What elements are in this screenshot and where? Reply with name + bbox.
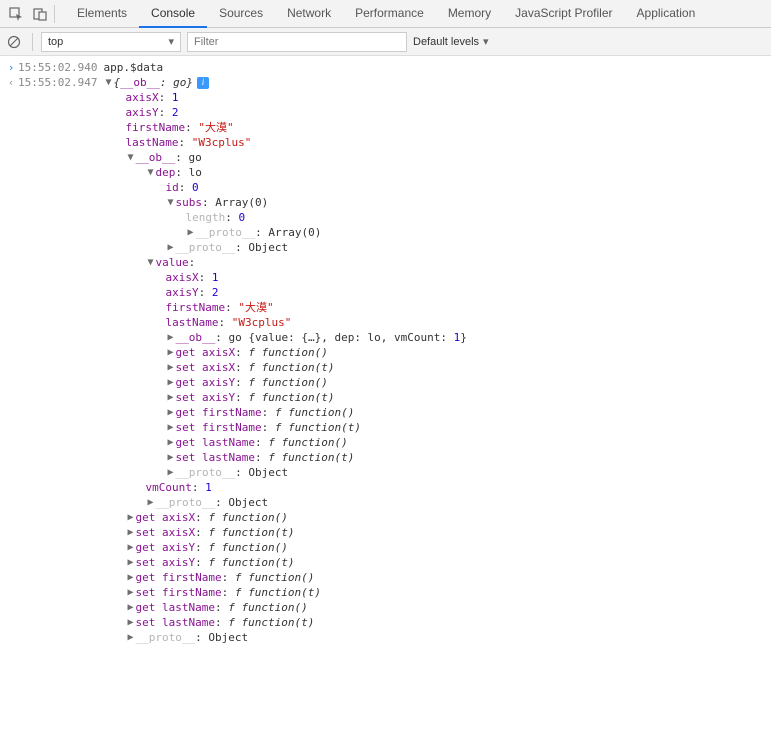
tree-node[interactable]: ▶get axisX: f function(): [125, 510, 466, 525]
disclosure-triangle-icon[interactable]: ▶: [165, 450, 175, 465]
tree-node[interactable]: ▶get axisY: f function(): [125, 540, 466, 555]
output-chevron-icon: ‹: [4, 75, 18, 90]
tree-node[interactable]: firstName: "大漠": [125, 120, 466, 135]
tree-node[interactable]: axisY: 2: [165, 285, 466, 300]
tree-node[interactable]: ▼dep: lo: [145, 165, 466, 180]
tab-network[interactable]: Network: [275, 0, 343, 28]
chevron-down-icon: ▾: [483, 35, 489, 48]
divider: [54, 5, 55, 23]
console-filter-bar: top ▾ Default levels ▾: [0, 28, 771, 56]
context-value: top: [48, 36, 63, 48]
tree-node[interactable]: ▶get lastName: f function(): [165, 435, 466, 450]
tree-node[interactable]: ▶set axisX: f function(t): [165, 360, 466, 375]
tab-bar: Elements Console Sources Network Perform…: [65, 0, 707, 28]
tree-node[interactable]: ▶get axisY: f function(): [165, 375, 466, 390]
disclosure-triangle-icon[interactable]: ▶: [125, 630, 135, 645]
timestamp: 15:55:02.947: [18, 75, 97, 90]
tree-node[interactable]: ▶__proto__: Object: [145, 495, 466, 510]
levels-label: Default levels: [413, 36, 479, 48]
console-output-row: ‹ 15:55:02.947 ▼{__ob__: go}i axisX: 1 a…: [0, 75, 771, 645]
input-chevron-icon: ›: [4, 60, 18, 75]
tree-node[interactable]: ▶get lastName: f function(): [125, 600, 466, 615]
console-input-row: › 15:55:02.940 app.$data: [0, 60, 771, 75]
disclosure-triangle-icon[interactable]: ▶: [165, 420, 175, 435]
tree-node[interactable]: ▶get axisX: f function(): [165, 345, 466, 360]
tree-node[interactable]: id: 0: [165, 180, 466, 195]
disclosure-triangle-icon[interactable]: ▼: [145, 255, 155, 270]
tree-node[interactable]: ▼{__ob__: go} i: [103, 75, 466, 90]
tree-node[interactable]: length: 0: [185, 210, 466, 225]
tree-node[interactable]: ▶set axisY: f function(t): [125, 555, 466, 570]
disclosure-triangle-icon[interactable]: ▼: [145, 165, 155, 180]
tree-node[interactable]: firstName: "大漠": [165, 300, 466, 315]
tree-node[interactable]: ▶__proto__: Array(0): [185, 225, 466, 240]
disclosure-triangle-icon[interactable]: ▶: [125, 615, 135, 630]
tab-jsprofiler[interactable]: JavaScript Profiler: [503, 0, 624, 28]
tab-elements[interactable]: Elements: [65, 0, 139, 28]
disclosure-triangle-icon[interactable]: ▼: [165, 195, 175, 210]
disclosure-triangle-icon[interactable]: ▶: [145, 495, 155, 510]
disclosure-triangle-icon[interactable]: ▶: [165, 375, 175, 390]
tree-node[interactable]: axisX: 1: [125, 90, 466, 105]
tab-application[interactable]: Application: [625, 0, 708, 28]
info-icon[interactable]: i: [197, 77, 209, 89]
disclosure-triangle-icon[interactable]: ▶: [125, 600, 135, 615]
tree-node[interactable]: ▶set firstName: f function(t): [165, 420, 466, 435]
tree-node[interactable]: ▶set axisY: f function(t): [165, 390, 466, 405]
disclosure-triangle-icon[interactable]: ▶: [165, 390, 175, 405]
disclosure-triangle-icon[interactable]: ▶: [165, 465, 175, 480]
console-output: › 15:55:02.940 app.$data ‹ 15:55:02.947 …: [0, 56, 771, 649]
tree-node[interactable]: vmCount: 1: [145, 480, 466, 495]
disclosure-triangle-icon[interactable]: ▶: [165, 330, 175, 345]
disclosure-triangle-icon[interactable]: ▶: [165, 435, 175, 450]
disclosure-triangle-icon[interactable]: ▶: [125, 540, 135, 555]
tab-console[interactable]: Console: [139, 0, 207, 28]
tree-node[interactable]: lastName: "W3cplus": [165, 315, 466, 330]
tree-node[interactable]: ▶get firstName: f function(): [125, 570, 466, 585]
tree-node[interactable]: ▼value:: [145, 255, 466, 270]
disclosure-triangle-icon[interactable]: ▶: [165, 240, 175, 255]
tree-node[interactable]: ▼subs: Array(0): [165, 195, 466, 210]
timestamp: 15:55:02.940: [18, 60, 97, 75]
tree-node[interactable]: axisX: 1: [165, 270, 466, 285]
tree-node[interactable]: axisY: 2: [125, 105, 466, 120]
disclosure-triangle-icon[interactable]: ▼: [103, 75, 113, 90]
tree-node[interactable]: ▶set lastName: f function(t): [125, 615, 466, 630]
disclosure-triangle-icon[interactable]: ▶: [125, 510, 135, 525]
tree-node[interactable]: ▶set firstName: f function(t): [125, 585, 466, 600]
disclosure-triangle-icon[interactable]: ▶: [125, 570, 135, 585]
devtools-toolbar: Elements Console Sources Network Perform…: [0, 0, 771, 28]
tree-node[interactable]: ▶__ob__: go {value: {…}, dep: lo, vmCoun…: [165, 330, 466, 345]
tree-node[interactable]: ▶__proto__: Object: [165, 240, 466, 255]
divider: [32, 33, 33, 51]
tree-node[interactable]: ▶get firstName: f function(): [165, 405, 466, 420]
tree-node[interactable]: ▶__proto__: Object: [165, 465, 466, 480]
disclosure-triangle-icon[interactable]: ▶: [185, 225, 195, 240]
clear-console-icon[interactable]: [4, 32, 24, 52]
disclosure-triangle-icon[interactable]: ▶: [165, 405, 175, 420]
tree-node[interactable]: ▶set axisX: f function(t): [125, 525, 466, 540]
disclosure-triangle-icon[interactable]: ▶: [165, 345, 175, 360]
filter-input[interactable]: [187, 32, 407, 52]
disclosure-triangle-icon[interactable]: ▶: [125, 525, 135, 540]
tree-node[interactable]: ▶__proto__: Object: [125, 630, 466, 645]
tree-node[interactable]: ▶set lastName: f function(t): [165, 450, 466, 465]
context-selector[interactable]: top ▾: [41, 32, 181, 52]
device-icon[interactable]: [28, 2, 52, 26]
object-summary: {__ob__: go}: [113, 75, 193, 90]
disclosure-triangle-icon[interactable]: ▶: [125, 555, 135, 570]
chevron-down-icon: ▾: [168, 35, 174, 48]
tree-node[interactable]: lastName: "W3cplus": [125, 135, 466, 150]
disclosure-triangle-icon[interactable]: ▼: [125, 150, 135, 165]
tab-memory[interactable]: Memory: [436, 0, 503, 28]
object-tree: ▼{__ob__: go}i axisX: 1 axisY: 2 firstNa…: [103, 75, 466, 645]
tree-node[interactable]: ▼__ob__: go: [125, 150, 466, 165]
disclosure-triangle-icon[interactable]: ▶: [165, 360, 175, 375]
tab-performance[interactable]: Performance: [343, 0, 436, 28]
disclosure-triangle-icon[interactable]: ▶: [125, 585, 135, 600]
log-levels-selector[interactable]: Default levels ▾: [413, 35, 489, 48]
command-text: app.$data: [103, 60, 163, 75]
tab-sources[interactable]: Sources: [207, 0, 275, 28]
inspect-icon[interactable]: [4, 2, 28, 26]
